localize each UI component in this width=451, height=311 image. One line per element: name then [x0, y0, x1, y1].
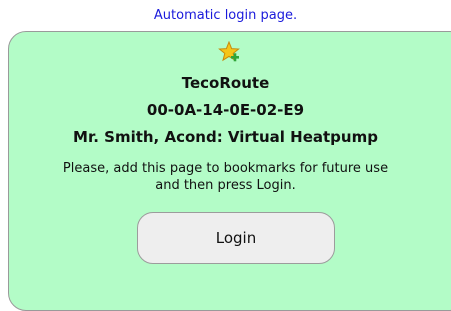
instructions-line-1: Please, add this page to bookmarks for f…	[62, 161, 389, 176]
app-name: TecoRoute	[181, 74, 270, 92]
bookmark-instructions: Please, add this page to bookmarks for f…	[0, 160, 451, 194]
device-name: Mr. Smith, Acond: Virtual Heatpump	[73, 128, 378, 146]
instructions-line-2: and then press Login.	[155, 178, 296, 193]
auto-login-link[interactable]: Automatic login page.	[0, 7, 451, 25]
star-add-icon	[218, 41, 240, 62]
login-button[interactable]: Login	[137, 212, 335, 264]
device-id: 00-0A-14-0E-02-E9	[146, 101, 305, 119]
